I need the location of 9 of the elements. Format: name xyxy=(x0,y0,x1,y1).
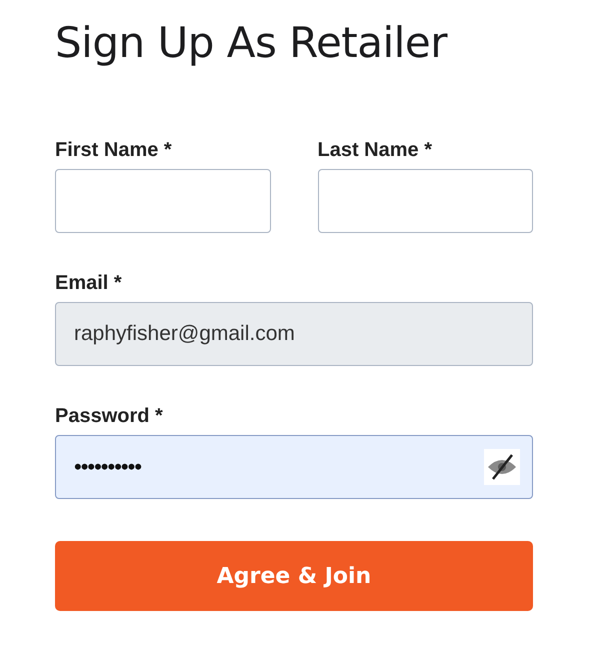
input-field[interactable] xyxy=(318,169,533,234)
input-field[interactable] xyxy=(55,169,270,234)
field-label: Last Name * xyxy=(318,138,433,162)
field-label: Password * xyxy=(55,404,164,428)
field-label: Email * xyxy=(55,271,123,296)
field-label: First Name * xyxy=(55,138,173,162)
page-title: Sign Up As Retailer xyxy=(55,18,448,68)
eye-slash-icon[interactable] xyxy=(484,449,520,486)
password-field[interactable]: •••••••••• xyxy=(55,435,533,500)
